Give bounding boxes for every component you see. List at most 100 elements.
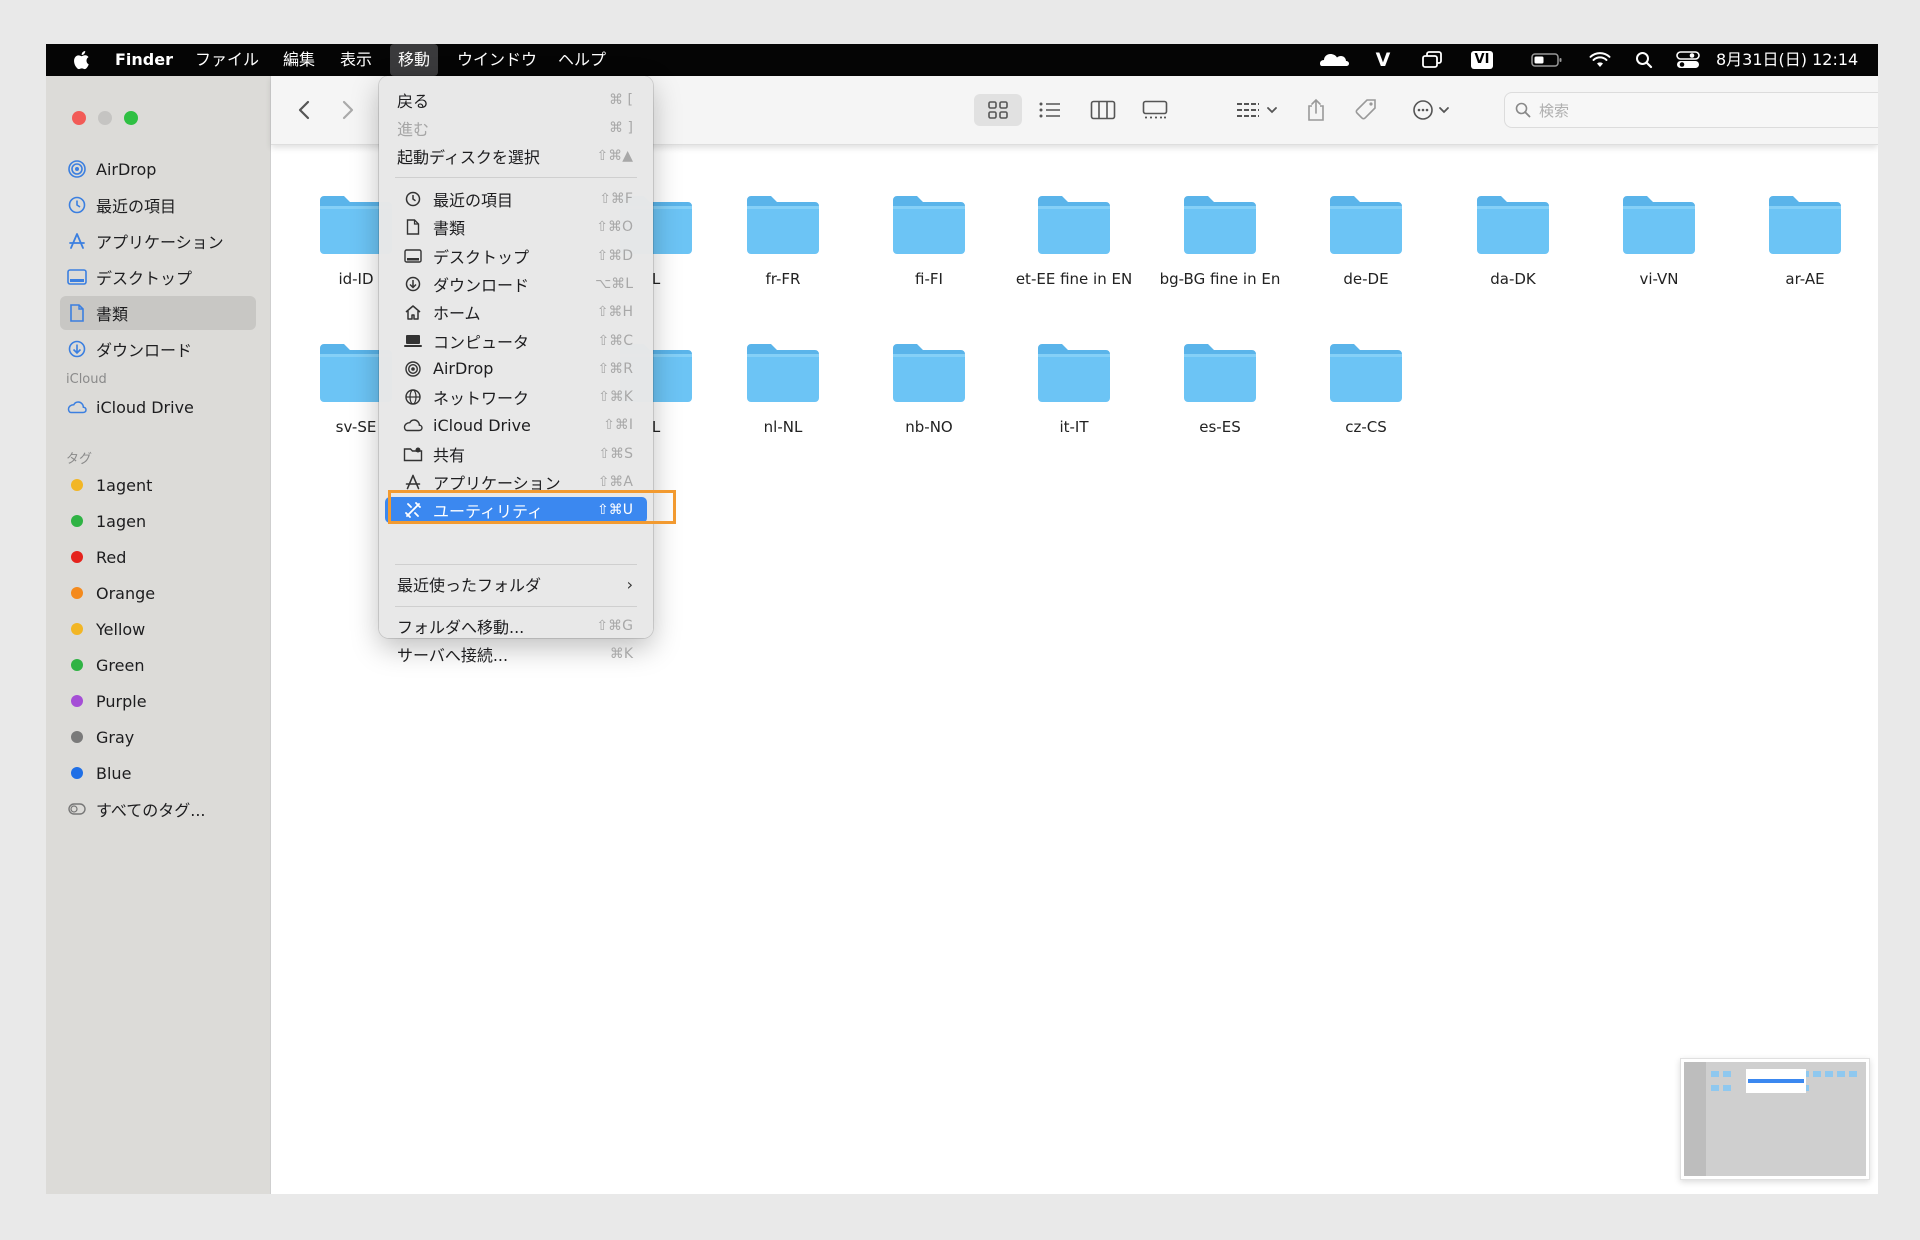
menu-item-document[interactable]: 書類 ⇧⌘O: [385, 214, 647, 240]
folder-name: es-ES: [1199, 418, 1241, 436]
menu-item-network[interactable]: ネットワーク ⇧⌘K: [385, 384, 647, 410]
folder-item[interactable]: nb-NO: [864, 340, 994, 436]
folder-item[interactable]: nl-NL: [718, 340, 848, 436]
menu-item-label: フォルダへ移動...: [397, 618, 525, 637]
menu-item-back[interactable]: 戻る ⌘ [: [385, 87, 647, 113]
group-by-button[interactable]: [1231, 94, 1285, 126]
cloud-sync-icon[interactable]: [1316, 44, 1352, 76]
sidebar-item-label: iCloud Drive: [96, 397, 194, 417]
folder-item[interactable]: fi-FI: [864, 192, 994, 288]
menu-view[interactable]: 表示: [340, 44, 372, 76]
folder-icon: [1184, 344, 1256, 402]
search-field[interactable]: 検索: [1504, 92, 1878, 128]
folder-item[interactable]: it-IT: [1009, 340, 1139, 436]
close-window-button[interactable]: [72, 111, 86, 125]
folder-name: da-DK: [1490, 270, 1536, 288]
folder-item[interactable]: bg-BG fine in En: [1155, 192, 1285, 288]
tag-color-dot: [71, 767, 83, 779]
sidebar-item-desktop[interactable]: デスクトップ: [60, 260, 256, 294]
input-method-label: VI: [1470, 51, 1494, 69]
tag-color-dot: [71, 515, 83, 527]
sidebar-item-airdrop[interactable]: AirDrop: [60, 152, 256, 186]
control-center-icon[interactable]: [1674, 44, 1702, 76]
menu-item-recent-folders[interactable]: 最近使ったフォルダ ›: [385, 571, 647, 597]
sidebar-tag-purple[interactable]: Purple: [60, 684, 256, 718]
folder-item[interactable]: et-EE fine in EN: [1009, 192, 1139, 288]
menu-item-cloud[interactable]: iCloud Drive ⇧⌘I: [385, 412, 647, 438]
menubar-clock[interactable]: 8月31日(日) 12:14: [1716, 44, 1858, 76]
menu-item-desktop[interactable]: デスクトップ ⇧⌘D: [385, 243, 647, 269]
folder-item[interactable]: fr-FR: [718, 192, 848, 288]
menu-app-finder[interactable]: Finder: [115, 44, 173, 76]
sidebar-item-recents[interactable]: 最近の項目: [60, 188, 256, 222]
menu-item-label: 共有: [433, 445, 466, 465]
sidebar-tag-1agent[interactable]: 1agent: [60, 468, 256, 502]
folder-name: it-IT: [1059, 418, 1089, 436]
menu-edit[interactable]: 編集: [283, 44, 315, 76]
all-tags-icon: [66, 803, 88, 815]
folder-item[interactable]: vi-VN: [1594, 192, 1724, 288]
share-button[interactable]: [1301, 94, 1331, 126]
menu-item-shortcut: ⇧⌘I: [603, 417, 633, 434]
menu-help[interactable]: ヘルプ: [558, 44, 606, 76]
share-icon: [1308, 98, 1324, 121]
folder-item[interactable]: de-DE: [1301, 192, 1431, 288]
sidebar-item-downloads[interactable]: ダウンロード: [60, 332, 256, 366]
wifi-icon[interactable]: [1587, 44, 1613, 76]
sidebar-tag-1agen[interactable]: 1agen: [60, 504, 256, 538]
sidebar-item-documents[interactable]: 書類: [60, 296, 256, 330]
menu-file[interactable]: ファイル: [195, 44, 259, 76]
menu-item-clock[interactable]: 最近の項目 ⇧⌘F: [385, 186, 647, 212]
tag-icon: [1355, 99, 1376, 120]
sidebar-tag-yellow[interactable]: Yellow: [60, 612, 256, 646]
folder-item[interactable]: ar-AE: [1740, 192, 1870, 288]
folder-item[interactable]: es-ES: [1155, 340, 1285, 436]
menu-item-label: 最近の項目: [433, 191, 514, 210]
menu-item-laptop[interactable]: コンピュータ ⇧⌘C: [385, 328, 647, 354]
menu-item-download[interactable]: ダウンロード ⌥⌘L: [385, 271, 647, 297]
screenshot-thumbnail[interactable]: [1680, 1058, 1870, 1180]
tag-button[interactable]: [1351, 94, 1381, 126]
icon-view-button[interactable]: [974, 94, 1022, 126]
battery-icon[interactable]: [1529, 44, 1565, 76]
menu-item-go-to-folder[interactable]: フォルダへ移動... ⇧⌘G: [385, 613, 647, 639]
folder-item[interactable]: cz-CS: [1301, 340, 1431, 436]
folder-icon: [1769, 196, 1841, 254]
menu-window[interactable]: ウインドウ: [457, 44, 537, 76]
folder-item[interactable]: da-DK: [1448, 192, 1578, 288]
menu-item-startup-disk[interactable]: 起動ディスクを選択 ⇧⌘▲: [385, 143, 647, 169]
document-icon: [66, 304, 88, 322]
folder-name: bg-BG fine in En: [1159, 270, 1281, 288]
sidebar-tag-red[interactable]: Red: [60, 540, 256, 574]
minimize-window-button[interactable]: [98, 111, 112, 125]
apple-icon[interactable]: [72, 44, 92, 76]
menu-item-connect-server[interactable]: サーバへ接続... ⌘K: [385, 641, 647, 667]
menu-item-home[interactable]: ホーム ⇧⌘H: [385, 299, 647, 325]
sidebar-tag-blue[interactable]: Blue: [60, 756, 256, 790]
spotlight-search-icon[interactable]: [1632, 44, 1656, 76]
sidebar-all-tags[interactable]: すべてのタグ...: [60, 792, 256, 826]
sidebar-tag-orange[interactable]: Orange: [60, 576, 256, 610]
menu-item-shared-folder[interactable]: 共有 ⇧⌘S: [385, 441, 647, 467]
column-view-button[interactable]: [1079, 94, 1127, 126]
gallery-view-button[interactable]: [1131, 94, 1179, 126]
folder-name: nb-NO: [905, 418, 953, 436]
more-actions-button[interactable]: [1409, 94, 1457, 126]
back-button[interactable]: [289, 94, 319, 126]
folder-icon: [1477, 196, 1549, 254]
tag-color-dot: [71, 623, 83, 635]
zoom-window-button[interactable]: [124, 111, 138, 125]
menu-go[interactable]: 移動: [390, 44, 439, 76]
input-method-icon[interactable]: VI: [1466, 44, 1498, 76]
list-view-button[interactable]: [1026, 94, 1074, 126]
sidebar-item-label: すべてのタグ...: [96, 801, 206, 820]
sidebar-item-icloud-drive[interactable]: iCloud Drive: [60, 390, 256, 424]
windows-icon[interactable]: [1419, 44, 1445, 76]
forward-button[interactable]: [333, 94, 363, 126]
menu-item-label: サーバへ接続...: [397, 646, 509, 665]
sidebar-tag-green[interactable]: Green: [60, 648, 256, 682]
sidebar-item-applications[interactable]: アプリケーション: [60, 224, 256, 258]
menu-item-airdrop[interactable]: AirDrop ⇧⌘R: [385, 356, 647, 382]
v-status-icon[interactable]: V: [1371, 44, 1395, 76]
sidebar-tag-gray[interactable]: Gray: [60, 720, 256, 754]
